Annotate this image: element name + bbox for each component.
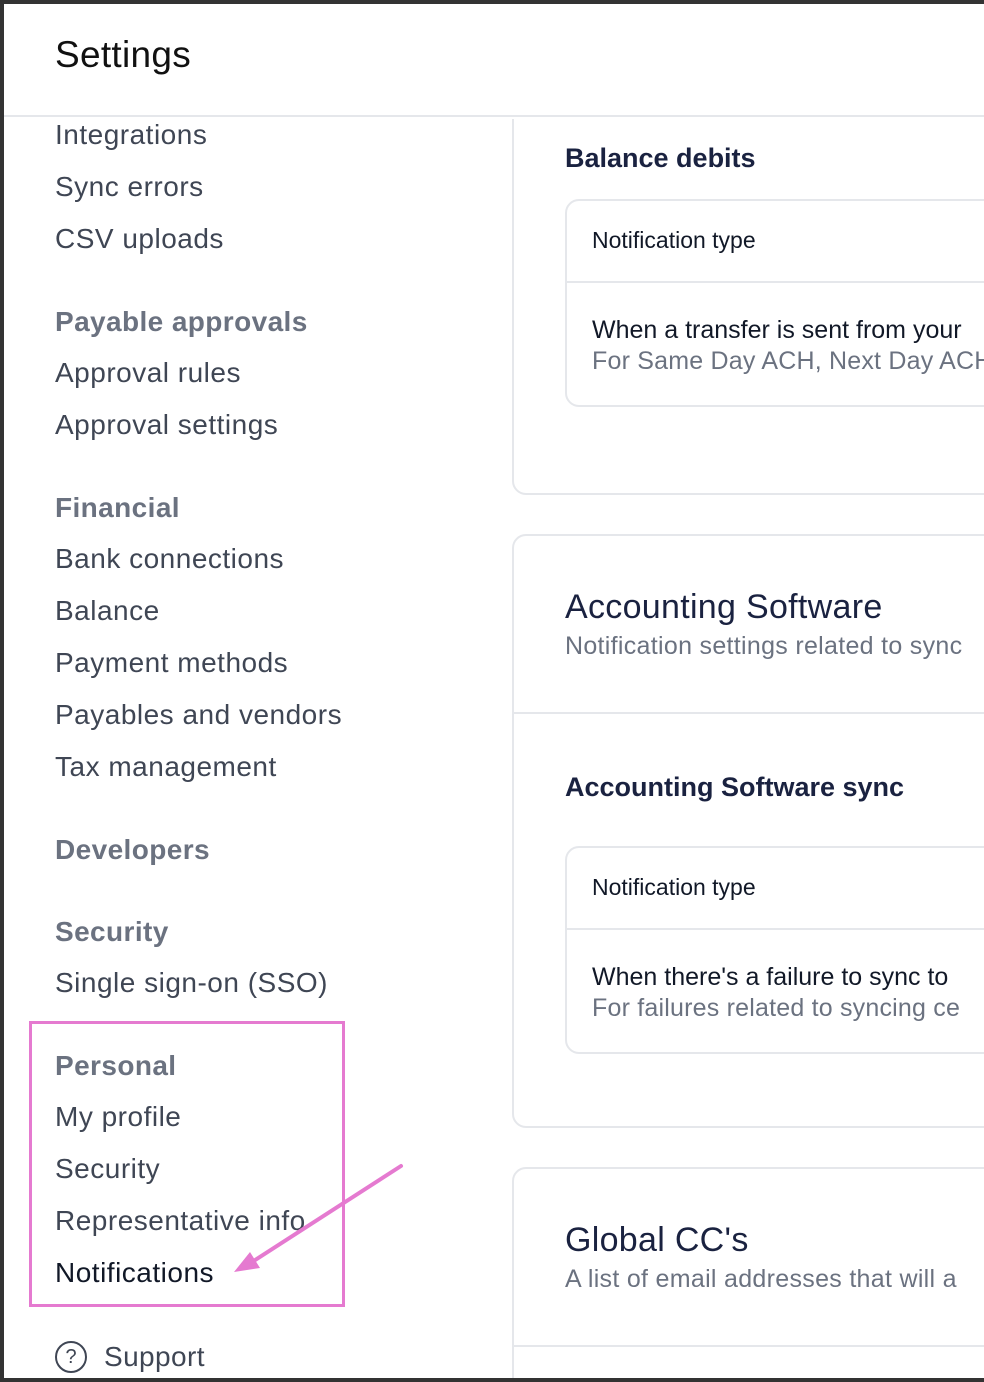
sidebar-heading-payable-approvals: Payable approvals bbox=[55, 306, 308, 337]
accounting-software-title: Accounting Software bbox=[565, 588, 883, 626]
support-link[interactable]: ? Support bbox=[55, 1341, 205, 1373]
table-row-description: For failures related to syncing ce bbox=[592, 994, 961, 1022]
sidebar-item-sso[interactable]: Single sign-on (SSO) bbox=[55, 967, 328, 999]
sidebar-item-tax-management[interactable]: Tax management bbox=[55, 751, 277, 783]
table-divider bbox=[567, 281, 984, 283]
balance-debits-table: Notification type When a transfer is sen… bbox=[565, 199, 984, 407]
balance-debits-title: Balance debits bbox=[565, 143, 756, 173]
question-circle-icon: ? bbox=[55, 1341, 87, 1373]
table-header-notification-type: Notification type bbox=[592, 227, 756, 253]
sidebar-item-bank-connections[interactable]: Bank connections bbox=[55, 543, 284, 575]
sidebar-heading-developers[interactable]: Developers bbox=[55, 834, 210, 866]
global-cc-card: Global CC's A list of email addresses th… bbox=[512, 1167, 984, 1378]
annotation-highlight-box bbox=[29, 1021, 345, 1307]
table-divider bbox=[567, 928, 984, 930]
sidebar-item-balance[interactable]: Balance bbox=[55, 595, 160, 627]
sidebar-item-approval-rules[interactable]: Approval rules bbox=[55, 357, 241, 389]
sidebar-item-payment-methods[interactable]: Payment methods bbox=[55, 647, 288, 679]
balance-debits-card: Balance debits Notification type When a … bbox=[512, 119, 984, 495]
header-bar: Settings bbox=[4, 4, 984, 117]
global-cc-title: Global CC's bbox=[565, 1221, 749, 1259]
support-label: Support bbox=[104, 1341, 205, 1372]
table-header-notification-type: Notification type bbox=[592, 874, 756, 900]
page-title: Settings bbox=[55, 34, 192, 75]
sidebar-item-approval-settings[interactable]: Approval settings bbox=[55, 409, 278, 441]
sidebar-item-sync-errors[interactable]: Sync errors bbox=[55, 171, 204, 203]
notifications-content: Balance debits Notification type When a … bbox=[512, 119, 984, 1378]
sidebar-item-csv-uploads[interactable]: CSV uploads bbox=[55, 223, 224, 255]
accounting-software-sync-title: Accounting Software sync bbox=[565, 772, 905, 802]
sidebar-heading-security: Security bbox=[55, 916, 169, 947]
sidebar-item-payables-and-vendors[interactable]: Payables and vendors bbox=[55, 699, 342, 731]
sidebar-heading-financial: Financial bbox=[55, 492, 180, 523]
section-divider bbox=[514, 712, 984, 714]
app-window: Settings Integrations Sync errors CSV up… bbox=[0, 0, 984, 1382]
sidebar-item-integrations[interactable]: Integrations bbox=[55, 119, 207, 151]
accounting-software-subtitle: Notification settings related to sync bbox=[565, 632, 963, 660]
accounting-sync-table: Notification type When there's a failure… bbox=[565, 846, 984, 1054]
global-cc-subtitle: A list of email addresses that will a bbox=[565, 1265, 957, 1293]
table-row-description: For Same Day ACH, Next Day ACH bbox=[592, 347, 984, 375]
table-row-title: When a transfer is sent from your bbox=[592, 316, 962, 344]
section-divider bbox=[514, 1345, 984, 1347]
table-row-title: When there's a failure to sync to bbox=[592, 963, 949, 991]
accounting-software-card: Accounting Software Notification setting… bbox=[512, 534, 984, 1128]
